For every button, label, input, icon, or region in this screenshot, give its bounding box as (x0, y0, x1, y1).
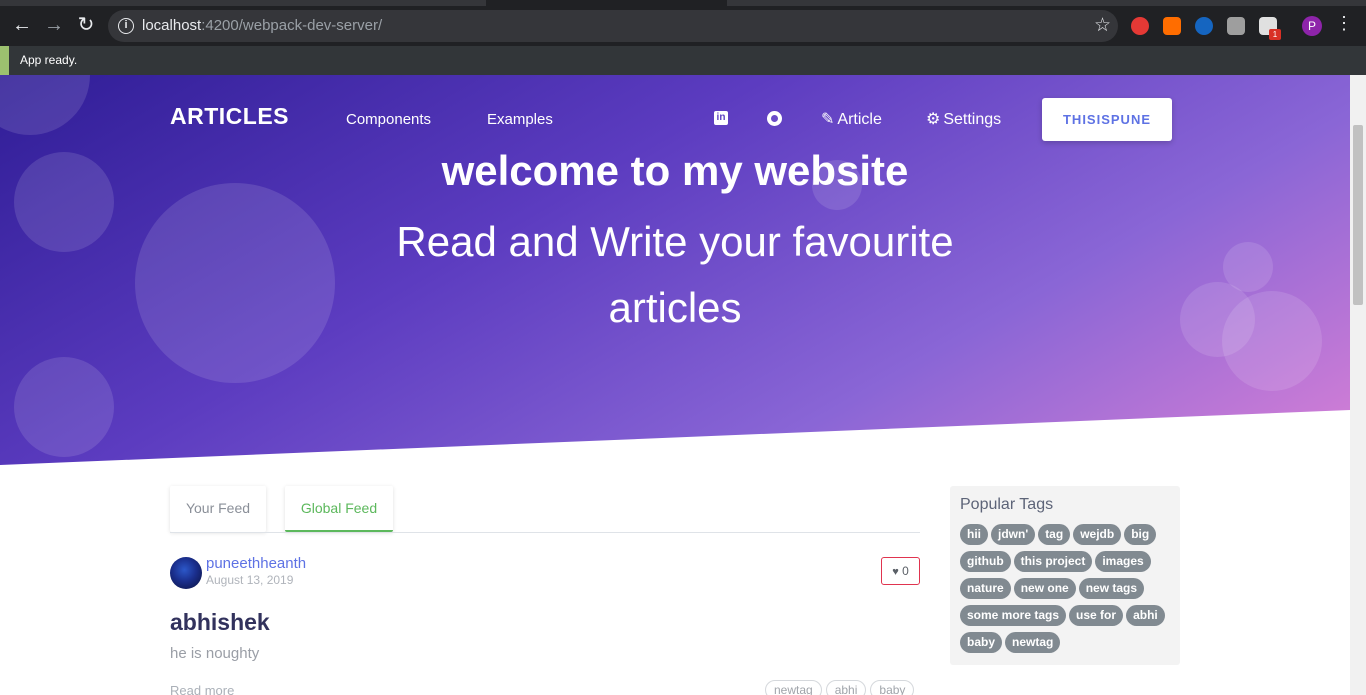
tag-pill[interactable]: github (960, 551, 1011, 572)
decor-circle (0, 75, 90, 135)
article-tag-list: newtag abhi baby (765, 680, 915, 695)
url-host: localhost (142, 17, 202, 34)
nav-article-link[interactable]: ✎ Article (821, 109, 882, 129)
decor-circle (135, 183, 335, 383)
profile-avatar[interactable]: P (1302, 16, 1322, 36)
tag-pill[interactable]: new one (1013, 578, 1076, 599)
article-date: August 13, 2019 (206, 573, 294, 587)
popular-tag-list: hii jdwn' tag wejdb big github this proj… (960, 524, 1174, 653)
tab-global-feed[interactable]: Global Feed (285, 486, 393, 532)
extension-badge: 1 (1269, 29, 1281, 40)
tag-pill[interactable]: newtag (1005, 632, 1061, 653)
tab-your-feed[interactable]: Your Feed (170, 486, 266, 532)
article-description: he is noughty (170, 645, 260, 662)
gear-icon: ⚙ (926, 111, 941, 128)
popular-tags-title: Popular Tags (960, 496, 1054, 513)
url-path: :4200/webpack-dev-server/ (201, 17, 383, 34)
app-status-bar: App ready. (0, 46, 1366, 75)
back-icon[interactable]: ← (10, 13, 34, 37)
tag-pill[interactable]: baby (960, 632, 1003, 653)
author-avatar[interactable] (170, 557, 202, 589)
blue-extension-icon[interactable] (1195, 17, 1213, 35)
nav-components-link[interactable]: Components (346, 111, 431, 128)
hero-subtitle: Read and Write your favourite articles (396, 218, 954, 331)
tab-strip-edge (0, 0, 486, 6)
tag-pill[interactable]: nature (960, 578, 1011, 599)
site-info-icon[interactable]: i (118, 18, 134, 34)
tag-pill[interactable]: new tags (1078, 578, 1145, 599)
article-tag: newtag (765, 680, 822, 695)
forward-icon[interactable]: → (42, 13, 66, 37)
tag-pill[interactable]: some more tags (960, 605, 1067, 626)
favorite-button[interactable]: ♥ 0 (881, 557, 920, 585)
article-title[interactable]: abhishek (170, 609, 270, 636)
article-tag: baby (870, 680, 915, 695)
tag-pill[interactable]: hii (960, 524, 988, 545)
tag-pill[interactable]: this project (1013, 551, 1093, 572)
tag-pill[interactable]: jdwn' (991, 524, 1036, 545)
article-tag: abhi (825, 680, 867, 695)
read-more-link[interactable]: Read more (170, 683, 234, 695)
hero-title: welcome to my website (441, 147, 909, 194)
status-text: App ready. (20, 53, 78, 67)
scrollbar-thumb[interactable] (1353, 125, 1363, 305)
browser-menu-icon[interactable]: ⋮ (1335, 14, 1353, 32)
decor-circle (1222, 291, 1322, 391)
linkedin-icon[interactable]: in (714, 111, 728, 125)
url-text: localhost:4200/webpack-dev-server/ (142, 17, 382, 34)
browser-toolbar: ← → ↻ i localhost:4200/webpack-dev-serve… (0, 0, 1366, 46)
tag-pill[interactable]: tag (1038, 524, 1071, 545)
decor-circle (14, 357, 114, 457)
adblock-extension-icon[interactable] (1131, 17, 1149, 35)
nav-settings-label: Settings (943, 111, 1002, 128)
bookmark-star-icon[interactable]: ☆ (1094, 14, 1111, 37)
status-accent (0, 46, 9, 75)
tag-pill[interactable]: abhi (1126, 605, 1165, 626)
page-viewport: ARTICLES Components Examples in ✎ Article… (0, 75, 1350, 695)
heart-icon: ♥ (892, 566, 899, 578)
tag-pill[interactable]: wejdb (1073, 524, 1122, 545)
tag-pill[interactable]: images (1095, 551, 1151, 572)
tab-strip-edge (727, 0, 1366, 6)
favorite-count: 0 (902, 564, 909, 578)
lightbulb-extension-icon[interactable] (1227, 17, 1245, 35)
nav-examples-link[interactable]: Examples (487, 111, 553, 128)
page-scrollbar[interactable] (1350, 75, 1366, 695)
nav-article-label: Article (837, 111, 882, 128)
nav-settings-link[interactable]: ⚙ Settings (926, 109, 1001, 129)
author-name-link[interactable]: puneethheanth (206, 555, 306, 572)
brand-logo[interactable]: ARTICLES (170, 103, 289, 130)
user-button[interactable]: THISISPUNE (1042, 98, 1172, 141)
address-bar[interactable]: i localhost:4200/webpack-dev-server/ ☆ (108, 10, 1118, 42)
tabs-divider (170, 532, 920, 533)
tag-pill[interactable]: use for (1069, 605, 1124, 626)
orange-extension-icon[interactable] (1163, 17, 1181, 35)
reload-icon[interactable]: ↻ (74, 13, 98, 37)
popular-tags-panel: Popular Tags hii jdwn' tag wejdb big git… (950, 486, 1180, 665)
github-icon[interactable] (767, 111, 782, 126)
edit-icon: ✎ (821, 111, 835, 128)
tag-pill[interactable]: big (1124, 524, 1157, 545)
